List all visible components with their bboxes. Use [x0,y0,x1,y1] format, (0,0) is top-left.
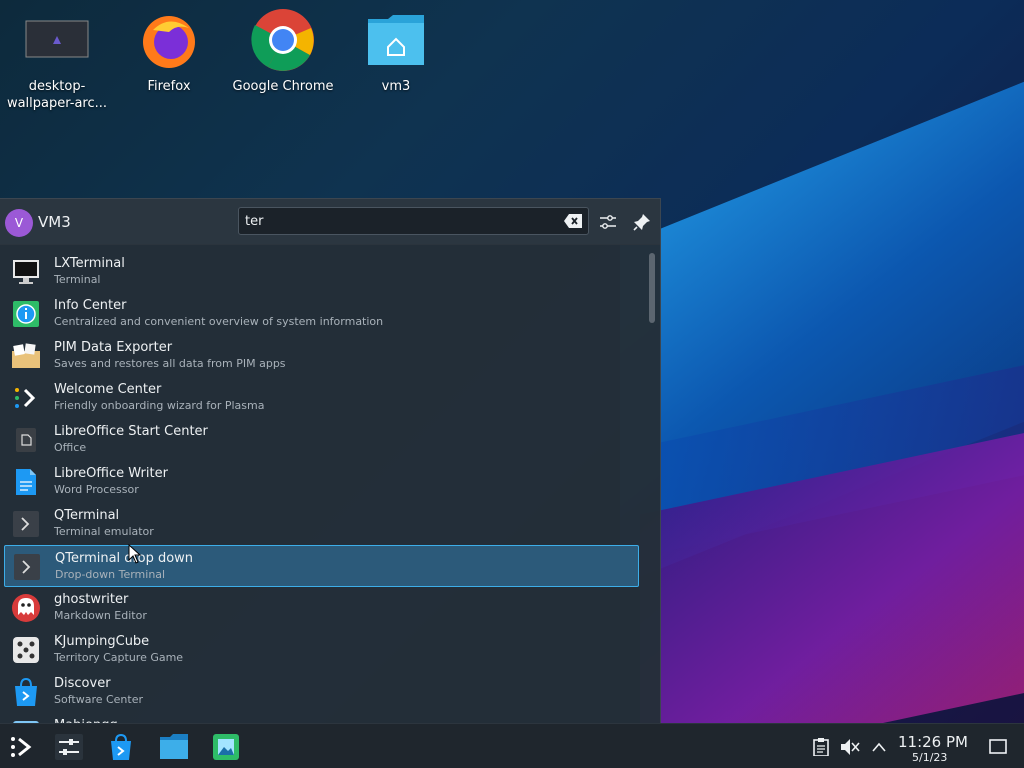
list-item-description: Saves and restores all data from PIM app… [54,357,286,370]
home-folder-icon [364,8,428,72]
desktop-icon-label: desktop-wallpaper-arc... [6,79,108,111]
clipboard-icon[interactable] [811,737,831,757]
scrollbar-thumb[interactable] [649,253,655,323]
list-item[interactable]: ghostwriter Markdown Editor [4,587,639,629]
list-item-description: Word Processor [54,483,139,496]
username: VM3 [38,213,71,231]
list-item[interactable]: LibreOffice Writer Word Processor [4,461,639,503]
list-item-description: Territory Capture Game [54,651,184,664]
list-item-name: Discover [54,676,111,691]
show-desktop-icon[interactable] [988,737,1008,757]
desktop-icon-firefox[interactable]: Firefox [114,8,224,95]
wallpaper-shape [640,425,1024,768]
search-input[interactable] [239,208,559,234]
list-item[interactable]: Info Center Centralized and convenient ov… [4,293,639,335]
search-results-list: LXTerminal Terminal Info Center Centralized… [0,251,645,724]
pin-icon[interactable] [631,211,653,233]
list-item[interactable]: QTerminal Terminal emulator [4,503,639,545]
list-item-name: PIM Data Exporter [54,340,173,355]
desktop-icon-chrome[interactable]: Google Chrome [228,8,338,95]
welcome-icon [11,383,41,413]
list-item[interactable]: PIM Data Exporter Saves and restores all … [4,335,639,377]
writer-icon [11,467,41,497]
settings-icon[interactable] [52,730,86,764]
firefox-icon [137,8,201,72]
list-item[interactable]: QTerminal drop down Drop-down Terminal [4,545,639,587]
image-file-icon [25,8,89,72]
libreoffice-icon [11,425,41,455]
avatar[interactable]: V [5,209,33,237]
clock-time[interactable]: 11:26 PM [898,733,968,751]
list-item[interactable]: Discover Software Center [4,671,639,713]
list-item[interactable]: KJumpingCube Territory Capture Game [4,629,639,671]
configure-icon[interactable] [597,211,619,233]
list-item[interactable]: LibreOffice Start Center Office [4,419,639,461]
list-item-description: Terminal [54,273,101,286]
desktop-icon-vm3[interactable]: vm3 [341,8,451,95]
terminal-icon [12,552,42,582]
scrollbar[interactable] [648,251,656,721]
chevron-up-icon[interactable] [869,737,889,757]
list-item-description: Centralized and convenient overview of s… [54,315,384,328]
list-item-name: ghostwriter [54,592,129,607]
list-item-name: LibreOffice Start Center [54,424,208,439]
list-item-description: Office [54,441,87,454]
launcher-header: V VM3 [0,199,660,245]
list-item-description: Drop-down Terminal [55,568,166,581]
taskbar: 11:26 PM 5/1/23 [0,723,1024,768]
list-item-description: Markdown Editor [54,609,147,622]
store-icon [11,677,41,707]
file-manager-icon[interactable] [157,730,191,764]
desktop-icon-label: vm3 [381,79,411,94]
list-item-name: LibreOffice Writer [54,466,168,481]
list-item[interactable]: LXTerminal Terminal [4,251,639,293]
wallpaper-shape [660,357,1024,553]
list-item-name: QTerminal drop down [55,551,194,566]
list-item-name: Info Center [54,298,127,313]
ghost-icon [11,593,41,623]
clock-date[interactable]: 5/1/23 [912,751,947,764]
mouse-cursor-icon [128,544,142,564]
desktop-icon-label: Google Chrome [232,79,334,94]
discover-icon[interactable] [104,730,138,764]
desktop-icon-wallpaper[interactable]: desktop-wallpaper-arc... [2,8,112,112]
list-item-name: Welcome Center [54,382,162,397]
volume-muted-icon[interactable] [840,737,860,757]
list-item-description: Friendly onboarding wizard for Plasma [54,399,265,412]
list-item-name: QTerminal [54,508,120,523]
list-item-description: Software Center [54,693,144,706]
list-item-name: KJumpingCube [54,634,150,649]
search-box [238,207,589,235]
app-launcher-icon[interactable] [4,730,38,764]
desktop-icon-label: Firefox [147,79,191,94]
archive-icon [11,341,41,371]
list-item-description: Terminal emulator [54,525,154,538]
clear-search-icon[interactable] [564,213,582,229]
list-item[interactable]: Welcome Center Friendly onboarding wizard… [4,377,639,419]
application-launcher: V VM3 LXTerminal Terminal Info Center Centr… [0,198,661,724]
monitor-icon [11,257,41,287]
info-icon [11,299,41,329]
list-item-name: LXTerminal [54,256,125,271]
terminal-icon [11,509,41,539]
image-viewer-icon[interactable] [209,730,243,764]
dice-icon [11,635,41,665]
wallpaper-shape [620,34,1024,586]
chrome-icon [251,8,315,72]
